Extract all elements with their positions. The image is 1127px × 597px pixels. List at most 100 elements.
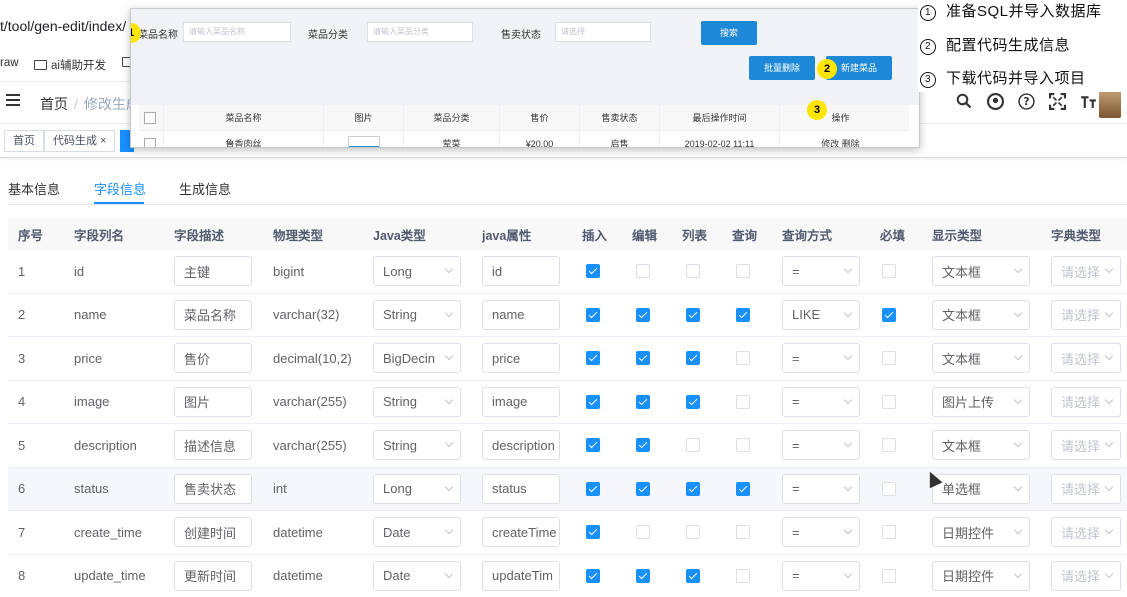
display-type-select[interactable]: 图片上传 [932,386,1030,417]
hamburger-icon[interactable] [6,94,20,108]
display-type-select[interactable]: 文本框 [932,430,1030,461]
insert-checkbox[interactable] [586,481,600,496]
query-checkbox[interactable] [736,351,750,366]
description-input[interactable]: 图片 [174,386,252,417]
description-input[interactable]: 创建时间 [174,517,252,548]
query-checkbox[interactable] [736,525,750,540]
dict-type-select[interactable]: 请选择 [1051,299,1121,330]
query-type-select[interactable]: = [782,343,860,374]
dict-type-select[interactable]: 请选择 [1051,517,1121,548]
tab-basic-info[interactable]: 基本信息 [8,179,60,198]
search-icon[interactable] [955,92,973,110]
edit-checkbox[interactable] [636,264,650,279]
font-size-icon[interactable] [1079,92,1097,110]
insert-checkbox[interactable] [586,525,600,540]
github-icon[interactable] [986,92,1004,110]
required-checkbox[interactable] [882,525,896,540]
description-input[interactable]: 售卖状态 [174,473,252,504]
java-property-input[interactable]: price [482,343,560,374]
insert-checkbox[interactable] [586,568,600,583]
list-checkbox[interactable] [686,568,700,583]
query-type-select[interactable]: = [782,560,860,591]
display-type-select[interactable]: 日期控件 [932,517,1030,548]
java-property-input[interactable]: updateTim [482,560,560,591]
dict-type-select[interactable]: 请选择 [1051,256,1121,287]
java-property-input[interactable]: createTime [482,517,560,548]
required-checkbox[interactable] [882,264,896,279]
required-checkbox[interactable] [882,307,896,322]
query-type-select[interactable]: = [782,256,860,287]
display-type-select[interactable]: 单选框 [932,473,1030,504]
avatar[interactable] [1099,88,1121,118]
required-checkbox[interactable] [882,481,896,496]
description-input[interactable]: 更新时间 [174,560,252,591]
list-checkbox[interactable] [686,438,700,453]
dict-type-select[interactable]: 请选择 [1051,343,1121,374]
edit-checkbox[interactable] [636,525,650,540]
required-checkbox[interactable] [882,438,896,453]
insert-checkbox[interactable] [586,394,600,409]
description-input[interactable]: 售价 [174,343,252,374]
java-type-select[interactable]: String [373,299,461,330]
bookmark-ai-dev[interactable]: ai辅助开发 [34,57,106,73]
list-checkbox[interactable] [686,351,700,366]
list-checkbox[interactable] [686,394,700,409]
edit-checkbox[interactable] [636,481,650,496]
java-property-input[interactable]: id [482,256,560,287]
edit-checkbox[interactable] [636,568,650,583]
edit-checkbox[interactable] [636,394,650,409]
description-input[interactable]: 描述信息 [174,430,252,461]
query-type-select[interactable]: LIKE [782,299,860,330]
tab-gen-info[interactable]: 生成信息 [179,179,231,198]
bookmark-raw[interactable]: raw [0,57,19,69]
query-checkbox[interactable] [736,264,750,279]
query-type-select[interactable]: = [782,430,860,461]
fullscreen-icon[interactable] [1048,92,1066,110]
tag-code-gen[interactable]: 代码生成 × [44,130,116,152]
insert-checkbox[interactable] [586,264,600,279]
overlay-row-checkbox[interactable] [144,138,156,147]
dict-type-select[interactable]: 请选择 [1051,386,1121,417]
java-type-select[interactable]: String [373,430,461,461]
list-checkbox[interactable] [686,307,700,322]
query-type-select[interactable]: = [782,386,860,417]
tab-field-info[interactable]: 字段信息 [94,179,146,198]
insert-checkbox[interactable] [586,351,600,366]
java-property-input[interactable]: description [482,430,560,461]
required-checkbox[interactable] [882,568,896,583]
overlay-status-select[interactable]: 请选择 [555,22,651,42]
description-input[interactable]: 菜品名称 [174,299,252,330]
overlay-cell-actions[interactable]: 修改 删除 [779,131,901,147]
display-type-select[interactable]: 日期控件 [932,560,1030,591]
java-property-input[interactable]: image [482,386,560,417]
dict-type-select[interactable]: 请选择 [1051,473,1121,504]
java-type-select[interactable]: Date [373,560,461,591]
edit-checkbox[interactable] [636,307,650,322]
java-type-select[interactable]: Long [373,256,461,287]
java-type-select[interactable]: String [373,386,461,417]
list-checkbox[interactable] [686,525,700,540]
list-checkbox[interactable] [686,264,700,279]
list-checkbox[interactable] [686,481,700,496]
description-input[interactable]: 主键 [174,256,252,287]
query-checkbox[interactable] [736,438,750,453]
java-property-input[interactable]: name [482,299,560,330]
display-type-select[interactable]: 文本框 [932,256,1030,287]
dict-type-select[interactable]: 请选择 [1051,560,1121,591]
required-checkbox[interactable] [882,351,896,366]
insert-checkbox[interactable] [586,438,600,453]
overlay-category-input[interactable]: 请输入菜品分类 [367,22,473,42]
query-type-select[interactable]: = [782,473,860,504]
query-checkbox[interactable] [736,481,750,496]
edit-checkbox[interactable] [636,438,650,453]
breadcrumb-home[interactable]: 首页 [40,96,68,112]
java-type-select[interactable]: Long [373,473,461,504]
edit-checkbox[interactable] [636,351,650,366]
query-checkbox[interactable] [736,394,750,409]
overlay-search-button[interactable]: 搜索 [701,21,757,45]
java-type-select[interactable]: BigDecin [373,343,461,374]
display-type-select[interactable]: 文本框 [932,343,1030,374]
java-type-select[interactable]: Date [373,517,461,548]
question-icon[interactable]: ? [1017,92,1035,110]
insert-checkbox[interactable] [586,307,600,322]
